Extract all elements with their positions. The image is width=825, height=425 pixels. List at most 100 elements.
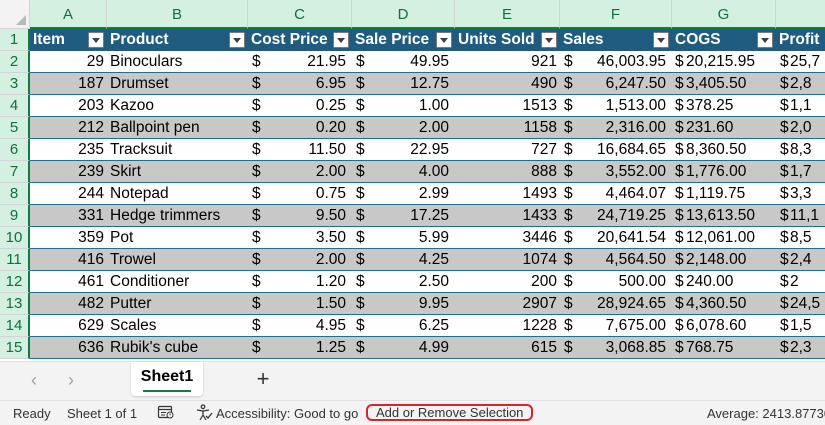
workbook-statistics-icon[interactable] [157,405,175,423]
cell-cogs[interactable]: $3,405.50 [672,73,776,95]
cell-cogs[interactable]: $378.25 [672,95,776,117]
filter-dropdown-icon[interactable] [436,32,452,48]
row-header-12[interactable]: 12 [0,271,30,293]
cell-item[interactable]: 235 [30,139,107,161]
cell-sale[interactable]: $2.50 [352,271,455,293]
cell-sales[interactable]: $28,924.65 [560,293,672,315]
cell-sale[interactable]: $4.99 [352,337,455,359]
column-header-e[interactable]: E [455,0,560,29]
cell-cost[interactable]: $0.25 [248,95,352,117]
cell-sales[interactable]: $20,641.54 [560,227,672,249]
status-average[interactable]: Average: 2413.877302 [707,406,825,421]
cell-item[interactable]: 187 [30,73,107,95]
cell-cost[interactable]: $9.50 [248,205,352,227]
table-row[interactable]: 244 Notepad $0.75 $2.99 1493 $4,464.07 $1,119.… [30,183,825,205]
cell-cost[interactable]: $1.25 [248,337,352,359]
row-header-8[interactable]: 8 [0,183,30,205]
cell-cost[interactable]: $2.00 [248,161,352,183]
table-row[interactable]: 482 Putter $1.50 $9.95 2907 $28,924.65 $4,360.… [30,293,825,315]
cell-sale[interactable]: $4.00 [352,161,455,183]
cell-cogs[interactable]: $1,119.75 [672,183,776,205]
cell-sale[interactable]: $49.95 [352,51,455,73]
cell-cost[interactable]: $0.20 [248,117,352,139]
cell-product[interactable]: Hedge trimmers [107,205,248,227]
row-header-14[interactable]: 14 [0,315,30,337]
cell-sales[interactable]: $3,068.85 [560,337,672,359]
cell-product[interactable]: Scales [107,315,248,337]
status-accessibility[interactable]: Accessibility: Good to go [216,406,358,421]
sheet-tab-sheet1[interactable]: Sheet1 [131,362,203,396]
cell-cogs[interactable]: $1,776.00 [672,161,776,183]
cell-cogs[interactable]: $231.60 [672,117,776,139]
select-all-corner[interactable] [0,0,30,29]
cell-units[interactable]: 200 [455,271,560,293]
column-header-g[interactable]: G [672,0,776,29]
accessibility-icon[interactable] [195,404,213,424]
table-row[interactable]: 359 Pot $3.50 $5.99 3446 $20,641.54 $12,061.00… [30,227,825,249]
cell-units[interactable]: 1074 [455,249,560,271]
cell-item[interactable]: 461 [30,271,107,293]
cell-cost[interactable]: $4.95 [248,315,352,337]
cell-product[interactable]: Ballpoint pen [107,117,248,139]
cell-product[interactable]: Drumset [107,73,248,95]
cell-product[interactable]: Putter [107,293,248,315]
table-row[interactable]: 416 Trowel $2.00 $4.25 1074 $4,564.50 $2,148.0… [30,249,825,271]
spreadsheet-grid[interactable]: ABCDEFGH 123456789101112131415 ItemProdu… [0,0,825,366]
row-header-15[interactable]: 15 [0,337,30,359]
column-header-d[interactable]: D [352,0,455,29]
filter-dropdown-icon[interactable] [757,32,773,48]
header-cell-profit[interactable]: Profit [776,29,825,51]
row-header-3[interactable]: 3 [0,73,30,95]
cell-profit[interactable]: $1,7 [776,161,825,183]
add-sheet-button[interactable]: + [252,368,274,390]
cell-sales[interactable]: $16,684.65 [560,139,672,161]
cell-sale[interactable]: $4.25 [352,249,455,271]
cell-profit[interactable]: $1,1 [776,95,825,117]
cell-cogs[interactable]: $2,148.00 [672,249,776,271]
cell-sales[interactable]: $500.00 [560,271,672,293]
cell-cogs[interactable]: $8,360.50 [672,139,776,161]
cell-cogs[interactable]: $13,613.50 [672,205,776,227]
cell-profit[interactable]: $25,7 [776,51,825,73]
cell-cost[interactable]: $2.00 [248,249,352,271]
filter-dropdown-icon[interactable] [88,32,104,48]
cell-cogs[interactable]: $768.75 [672,337,776,359]
cell-sales[interactable]: $6,247.50 [560,73,672,95]
cell-sale[interactable]: $2.00 [352,117,455,139]
cell-cogs[interactable]: $20,215.95 [672,51,776,73]
cell-units[interactable]: 3446 [455,227,560,249]
column-header-a[interactable]: A [30,0,107,29]
cell-cogs[interactable]: $12,061.00 [672,227,776,249]
cell-item[interactable]: 629 [30,315,107,337]
cell-sales[interactable]: $2,316.00 [560,117,672,139]
cell-sales[interactable]: $4,564.50 [560,249,672,271]
cell-cost[interactable]: $11.50 [248,139,352,161]
cell-units[interactable]: 888 [455,161,560,183]
row-header-1[interactable]: 1 [0,29,30,51]
cell-profit[interactable]: $2,8 [776,73,825,95]
table-row[interactable]: 203 Kazoo $0.25 $1.00 1513 $1,513.00 $378.25 $1… [30,95,825,117]
cell-sales[interactable]: $4,464.07 [560,183,672,205]
row-header-11[interactable]: 11 [0,249,30,271]
cell-product[interactable]: Trowel [107,249,248,271]
cell-sales[interactable]: $46,003.95 [560,51,672,73]
table-row[interactable]: 235 Tracksuit $11.50 $22.95 727 $16,684.65 $8,… [30,139,825,161]
cell-units[interactable]: 921 [455,51,560,73]
cell-cost[interactable]: $1.20 [248,271,352,293]
cell-units[interactable]: 727 [455,139,560,161]
cell-units[interactable]: 1513 [455,95,560,117]
cell-sale[interactable]: $5.99 [352,227,455,249]
header-cell-product[interactable]: Product [107,29,248,51]
cell-sales[interactable]: $3,552.00 [560,161,672,183]
cell-item[interactable]: 331 [30,205,107,227]
row-header-2[interactable]: 2 [0,51,30,73]
cell-item[interactable]: 416 [30,249,107,271]
table-row[interactable]: 331 Hedge trimmers $9.50 $17.25 1433 $24,719.… [30,205,825,227]
cell-sale[interactable]: $22.95 [352,139,455,161]
column-header-b[interactable]: B [107,0,248,29]
cell-profit[interactable]: $24,5 [776,293,825,315]
cell-profit[interactable]: $8,3 [776,139,825,161]
cell-product[interactable]: Binoculars [107,51,248,73]
cell-item[interactable]: 244 [30,183,107,205]
cell-profit[interactable]: $8,5 [776,227,825,249]
